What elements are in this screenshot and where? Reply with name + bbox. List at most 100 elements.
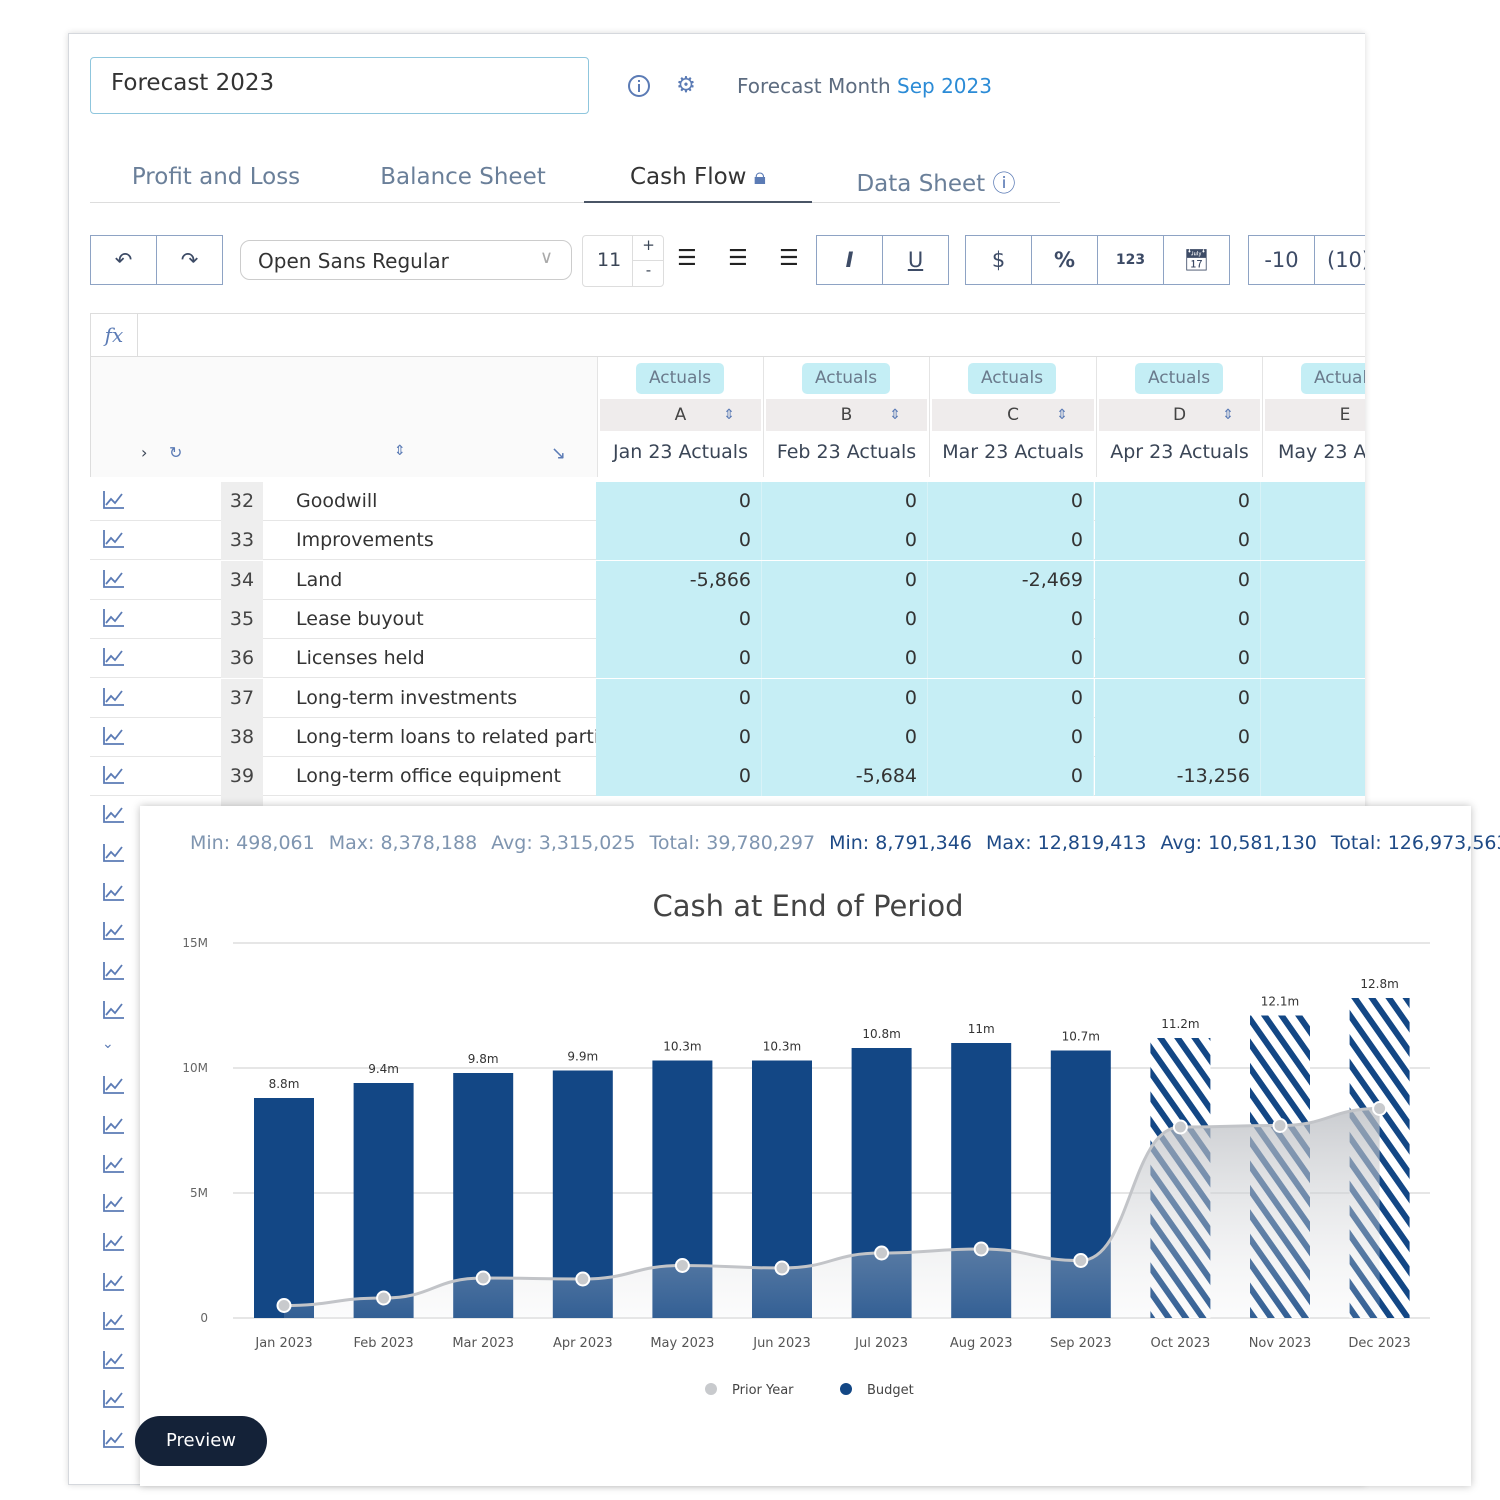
chart-line-icon[interactable] bbox=[102, 1389, 126, 1409]
legend-budget[interactable]: Budget bbox=[867, 1383, 914, 1398]
cell-value[interactable]: -5,684 bbox=[762, 757, 928, 797]
tab-cash-flow[interactable]: Cash Flow 🔒︎ bbox=[584, 162, 812, 203]
collapse-arrow-icon[interactable]: ↘ bbox=[551, 443, 566, 464]
sort-icon[interactable]: ⇕ bbox=[1056, 399, 1068, 431]
percent-button[interactable]: % bbox=[1031, 235, 1098, 285]
cell-value[interactable]: 0 bbox=[762, 482, 928, 521]
chart-line-icon[interactable] bbox=[102, 608, 126, 628]
cell-value[interactable] bbox=[1261, 599, 1365, 639]
cell-value[interactable]: 0 bbox=[928, 599, 1094, 639]
forecast-month[interactable]: Forecast Month Sep 2023 bbox=[737, 74, 992, 98]
chart-line-icon[interactable] bbox=[102, 490, 126, 510]
table-row[interactable]: 37 Long-term investments 0 0 0 0 bbox=[90, 678, 1365, 718]
cell-value[interactable]: 0 bbox=[1095, 599, 1261, 639]
chart-line-icon[interactable] bbox=[102, 1115, 126, 1135]
cell-value[interactable]: 0 bbox=[1095, 521, 1261, 561]
prior-year-point[interactable] bbox=[973, 1241, 989, 1257]
font-size-stepper[interactable]: 11 + - bbox=[582, 235, 664, 287]
tab-profit-and-loss[interactable]: Profit and Loss bbox=[90, 162, 342, 203]
sort-icon[interactable]: ⇕ bbox=[394, 443, 406, 459]
cell-value[interactable]: 0 bbox=[762, 678, 928, 718]
chart-line-icon[interactable] bbox=[102, 961, 126, 981]
cell-value[interactable]: 0 bbox=[596, 521, 762, 561]
cell-value[interactable]: 0 bbox=[1095, 560, 1261, 600]
prior-year-point[interactable] bbox=[276, 1298, 292, 1313]
chart-line-icon[interactable] bbox=[102, 1272, 126, 1292]
cell-value[interactable]: 0 bbox=[596, 678, 762, 718]
column-header-e[interactable]: Actuals E May 23 Actuals bbox=[1262, 357, 1365, 477]
sort-icon[interactable]: ⇕ bbox=[1222, 399, 1234, 431]
cell-value[interactable] bbox=[1261, 717, 1365, 757]
chart-line-icon[interactable] bbox=[102, 647, 126, 667]
cell-value[interactable]: 0 bbox=[1095, 678, 1261, 718]
prior-year-point[interactable] bbox=[874, 1245, 890, 1261]
cell-value[interactable]: 0 bbox=[928, 757, 1094, 797]
cell-value[interactable]: 0 bbox=[596, 639, 762, 679]
info-icon[interactable] bbox=[627, 74, 651, 98]
chart-line-icon[interactable] bbox=[102, 569, 126, 589]
cell-value[interactable] bbox=[1261, 560, 1365, 600]
prior-year-point[interactable] bbox=[674, 1258, 690, 1273]
negative-paren-button[interactable]: (10) bbox=[1314, 235, 1365, 285]
align-right-icon[interactable]: ☰ bbox=[779, 246, 799, 271]
cell-value[interactable]: 0 bbox=[928, 482, 1094, 521]
chart-line-icon[interactable] bbox=[102, 1154, 126, 1174]
align-left-icon[interactable]: ☰ bbox=[677, 246, 697, 271]
tab-balance-sheet[interactable]: Balance Sheet bbox=[342, 162, 584, 203]
cell-value[interactable] bbox=[1261, 757, 1365, 797]
chart-line-icon[interactable] bbox=[102, 1075, 126, 1095]
prior-year-point[interactable] bbox=[774, 1260, 790, 1276]
prior-year-point[interactable] bbox=[376, 1290, 392, 1306]
table-row[interactable]: 34 Land -5,866 0 -2,469 0 bbox=[90, 560, 1365, 600]
chart-line-icon[interactable] bbox=[102, 921, 126, 941]
table-row[interactable]: 33 Improvements 0 0 0 0 bbox=[90, 521, 1365, 561]
chart-line-icon[interactable] bbox=[102, 1232, 126, 1252]
chart-line-icon[interactable] bbox=[102, 1311, 126, 1331]
align-center-icon[interactable]: ☰ bbox=[728, 246, 748, 271]
chart-line-icon[interactable] bbox=[102, 765, 126, 785]
column-header-d[interactable]: Actuals D ⇕ Apr 23 Actuals bbox=[1096, 357, 1262, 477]
cell-value[interactable]: 0 bbox=[1095, 639, 1261, 679]
font-size-increase[interactable]: + bbox=[632, 236, 664, 261]
chart-line-icon[interactable] bbox=[102, 1350, 126, 1370]
cell-value[interactable]: -5,866 bbox=[596, 560, 762, 600]
chart-line-icon[interactable] bbox=[102, 1193, 126, 1213]
table-row[interactable]: 39 Long-term office equipment 0 -5,684 0 -13,… bbox=[90, 757, 1365, 797]
cell-value[interactable]: 0 bbox=[762, 521, 928, 561]
preview-button[interactable]: Preview bbox=[135, 1416, 267, 1466]
column-header-c[interactable]: Actuals C ⇕ Mar 23 Actuals bbox=[929, 357, 1096, 477]
cell-value[interactable] bbox=[1261, 482, 1365, 521]
cell-value[interactable]: 0 bbox=[928, 678, 1094, 718]
chart-line-icon[interactable] bbox=[102, 1429, 126, 1449]
cell-value[interactable]: 0 bbox=[596, 482, 762, 521]
prior-year-point[interactable] bbox=[475, 1270, 491, 1286]
table-row[interactable]: 35 Lease buyout 0 0 0 0 bbox=[90, 599, 1365, 639]
table-row[interactable]: 38 Long-term loans to related parties 0 0 0 0 bbox=[90, 717, 1365, 757]
cell-value[interactable]: 0 bbox=[1095, 482, 1261, 521]
cell-value[interactable]: 0 bbox=[596, 757, 762, 797]
sort-icon[interactable]: ⇕ bbox=[723, 399, 735, 431]
formula-bar[interactable]: fx bbox=[90, 313, 1365, 357]
cell-value[interactable] bbox=[1261, 639, 1365, 679]
undo-button[interactable]: ↶ bbox=[90, 235, 157, 285]
budget-bar[interactable] bbox=[353, 1083, 414, 1318]
cell-value[interactable]: 0 bbox=[928, 717, 1094, 757]
cell-value[interactable]: 0 bbox=[1095, 717, 1261, 757]
chart-line-icon[interactable] bbox=[102, 1000, 126, 1020]
tab-data-sheet[interactable]: Data Sheet ⓘ bbox=[812, 162, 1060, 203]
cell-value[interactable]: 0 bbox=[928, 639, 1094, 679]
underline-button[interactable]: U bbox=[882, 235, 949, 285]
forecast-title-input[interactable]: Forecast 2023 bbox=[90, 57, 589, 114]
date-format-button[interactable]: 📅︎ bbox=[1163, 235, 1230, 285]
refresh-icon[interactable]: ↻ bbox=[169, 443, 182, 462]
chart-line-icon[interactable] bbox=[102, 843, 126, 863]
column-header-a[interactable]: Actuals A ⇕ Jan 23 Actuals bbox=[597, 357, 763, 477]
cell-value[interactable] bbox=[1261, 521, 1365, 561]
cell-value[interactable]: 0 bbox=[762, 599, 928, 639]
italic-button[interactable]: I bbox=[816, 235, 883, 285]
cell-value[interactable]: 0 bbox=[596, 599, 762, 639]
prior-year-point[interactable] bbox=[1272, 1118, 1288, 1133]
gear-icon[interactable]: ⚙ bbox=[674, 74, 698, 98]
cell-value[interactable]: 0 bbox=[762, 560, 928, 600]
expand-chevron-icon[interactable]: › bbox=[141, 443, 147, 462]
